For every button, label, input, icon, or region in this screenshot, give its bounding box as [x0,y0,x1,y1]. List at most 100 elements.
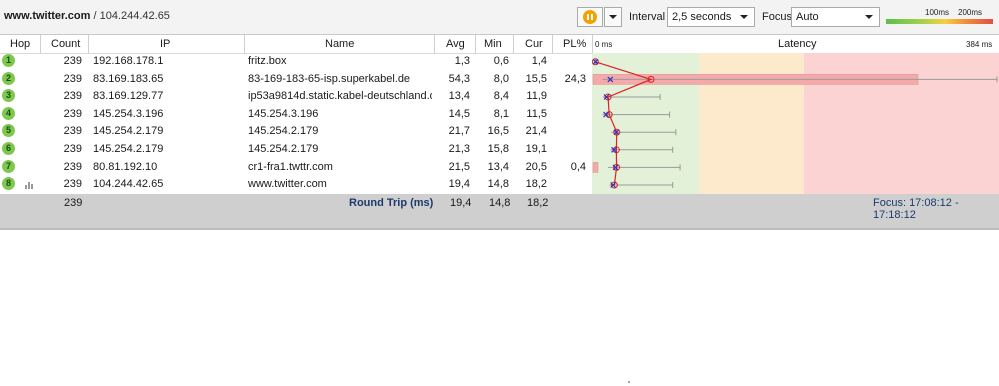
hop-number-badge: 4 [2,106,15,120]
target-separator: / [93,10,97,22]
cell-name: www.twitter.com [248,178,327,191]
hop-number-badge: 3 [2,89,15,103]
cell-ip: 192.168.178.1 [93,55,164,67]
focus-value: Auto [796,11,819,23]
cell-count: 239 [63,125,82,138]
legend-100ms: 100ms [925,8,950,17]
focus-time-range: Focus: 17:08:12 - 17:18:12 [873,197,959,221]
cell-count: 239 [63,160,82,173]
cell-min: 15,8 [487,143,509,155]
col-min[interactable]: Min [484,38,502,50]
cell-count: 239 [63,90,82,103]
hop-row[interactable]: 3 239 83.169.129.77 ip53a9814d.static.kabel… [0,88,592,105]
cell-count: 239 [63,55,82,67]
latency-min-label: 0 ms [595,40,613,49]
grid-header: Hop Count IP Name Avg Min Cur PL% 0 ms L… [0,35,999,54]
cell-ip: 145.254.2.179 [93,125,164,138]
hop-row[interactable]: 8 239 104.244.42.65 www.twitter.com 19,4 14,8… [0,176,592,193]
interval-select[interactable]: 2,5 seconds [667,7,755,27]
cell-count: 239 [63,143,82,155]
col-cur[interactable]: Cur [525,38,543,50]
hop-row[interactable]: 2 239 83.169.183.65 83-169-183-65-isp.super… [0,71,592,88]
toolbar: www.twitter.com / 104.244.42.65 Interval… [0,0,999,35]
hop-number-badge: 8 [2,177,15,191]
chevron-down-icon [609,15,617,19]
target-ip: 104.244.42.65 [99,10,170,22]
col-count[interactable]: Count [51,38,80,50]
cell-avg: 19,4 [448,178,470,191]
focus-select[interactable]: Auto [791,7,880,27]
hop-number-badge: 7 [2,159,15,173]
target-title: www.twitter.com / 104.244.42.65 [4,10,170,22]
summary-row: 239 Round Trip (ms) 19,4 14,8 18,2 Focus… [0,194,999,228]
summary-avg: 19,4 [450,197,472,209]
legend-200ms: 200ms [958,8,983,17]
stray-dot [628,381,630,383]
pause-button[interactable] [577,7,603,27]
summary-label: Round Trip (ms) [349,197,434,209]
cell-min: 8,0 [493,72,509,85]
cell-avg: 21,5 [448,160,470,173]
cell-min: 16,5 [487,125,509,138]
cell-avg: 13,4 [448,90,470,103]
hop-row[interactable]: 5 239 145.254.2.179 145.254.2.179 21,7 16,5 21… [0,123,592,140]
col-avg[interactable]: Avg [446,38,465,50]
cell-cur: 20,5 [525,160,547,173]
cell-cur: 21,4 [525,125,547,138]
col-name[interactable]: Name [325,38,354,50]
cell-cur: 1,4 [531,55,547,67]
cell-ip: 145.254.2.179 [93,143,164,155]
options-dropdown-button[interactable] [604,7,622,27]
hop-number-badge: 6 [2,142,15,155]
cell-name: cr1-fra1.twttr.com [248,160,333,173]
cell-pl: 24,3 [564,72,586,85]
col-hop[interactable]: Hop [10,38,30,50]
cell-ip: 83.169.129.77 [93,90,164,103]
hop-row[interactable]: 1 239 192.168.178.1 fritz.box 1,3 0,6 1,4 [0,53,592,70]
col-latency[interactable]: Latency [778,38,817,50]
cell-ip: 80.81.192.10 [93,160,158,173]
col-pl[interactable]: PL% [563,38,586,50]
col-ip[interactable]: IP [160,38,170,50]
cell-avg: 21,3 [448,143,470,155]
cell-ip: 83.169.183.65 [93,72,164,85]
chevron-down-icon [740,15,748,19]
packet-loss-bar [592,162,599,173]
cell-min: 0,6 [493,55,509,67]
cell-name: 145.254.3.196 [248,107,319,120]
chevron-down-icon [865,15,873,19]
hop-row[interactable]: 6 239 145.254.2.179 145.254.2.179 21,3 15,8 19… [0,141,592,158]
focus-label: Focus [762,11,792,23]
hop-row[interactable]: 7 239 80.81.192.10 cr1-fra1.twttr.com 21,5 13… [0,159,592,176]
interval-label: Interval [629,11,666,23]
hop-row[interactable]: 4 239 145.254.3.196 145.254.3.196 14,5 8,1 11,… [0,106,592,123]
hop-number-badge: 1 [2,54,15,67]
cell-pl: 0,4 [570,160,586,173]
cell-count: 239 [63,178,82,191]
cell-name: 145.254.2.179 [248,143,319,155]
status-divider [0,228,999,230]
hop-number-badge: 2 [2,71,15,85]
cell-avg: 54,3 [448,72,470,85]
target-host: www.twitter.com [4,10,91,22]
pause-icon [583,10,597,24]
cell-name: 145.254.2.179 [248,125,319,138]
latency-color-legend [886,19,993,24]
cell-min: 8,4 [493,90,509,103]
cell-ip: 145.254.3.196 [93,107,164,120]
cell-min: 13,4 [487,160,509,173]
trace-grid: Hop Count IP Name Avg Min Cur PL% 0 ms L… [0,35,999,228]
cell-avg: 21,7 [448,125,470,138]
cell-cur: 18,2 [525,178,547,191]
latency-max-label: 384 ms [966,40,993,49]
cell-avg: 1,3 [454,55,470,67]
cell-ip: 104.244.42.65 [93,178,164,191]
summary-min: 14,8 [489,197,511,209]
summary-count: 239 [64,197,83,209]
summary-cur: 18,2 [527,197,549,209]
cell-min: 8,1 [493,107,509,120]
interval-value: 2,5 seconds [672,11,732,23]
cell-name: 83-169-183-65-isp.superkabel.de [248,72,411,85]
cell-name: fritz.box [248,55,287,67]
cell-name: ip53a9814d.static.kabel-deutschland.de [248,90,432,103]
